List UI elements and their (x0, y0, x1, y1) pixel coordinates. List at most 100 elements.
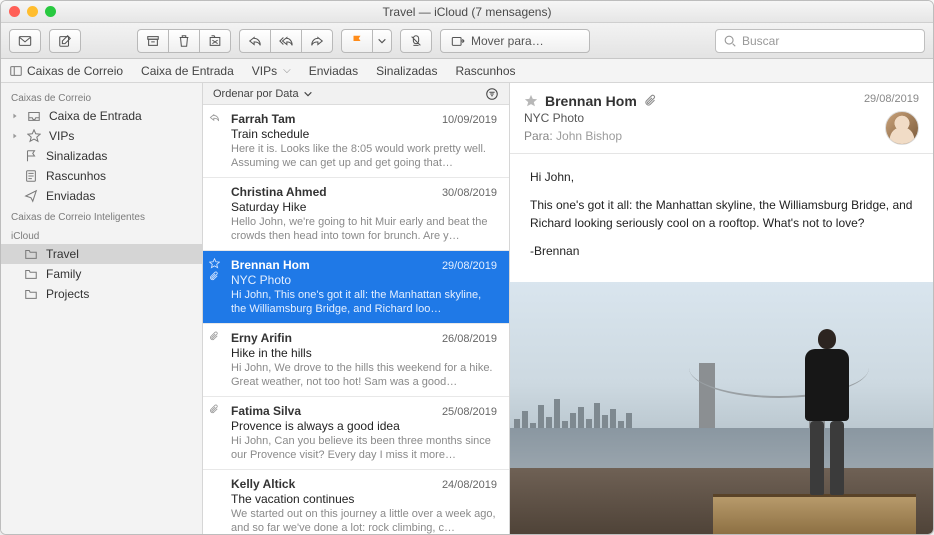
folder-icon (23, 287, 39, 301)
reader-from: Brennan Hom (545, 93, 637, 109)
fav-item-3[interactable]: Enviadas (309, 64, 358, 78)
mute-button[interactable] (400, 29, 432, 53)
sidebar-item-enviadas[interactable]: Enviadas (1, 186, 202, 206)
reply-all-button[interactable] (270, 29, 301, 53)
flag-icon (350, 34, 364, 48)
sidebar-icon (9, 64, 23, 78)
reader-to: Para: John Bishop (524, 129, 854, 143)
message-row[interactable]: Fatima Silva25/08/2019Provence is always… (203, 397, 509, 470)
chevron-down-icon: ⌵ (283, 65, 291, 76)
junk-icon (208, 34, 222, 48)
sidebar-item-family[interactable]: Family (1, 264, 202, 284)
message-sender: Brennan Hom (231, 258, 310, 272)
message-preview: Hello John, we're going to hit Muir earl… (231, 215, 497, 243)
sidebar-item-sinalizadas[interactable]: Sinalizadas (1, 146, 202, 166)
draft-icon (23, 169, 39, 183)
attachment-icon (644, 94, 658, 108)
message-row[interactable]: Kelly Altick24/08/2019The vacation conti… (203, 470, 509, 534)
message-preview: Hi John, We drove to the hills this week… (231, 361, 497, 389)
search-icon (723, 34, 737, 48)
fav-item-5[interactable]: Rascunhos (455, 64, 515, 78)
window-controls (9, 6, 56, 17)
compose-icon (58, 34, 72, 48)
replied-icon (209, 112, 220, 123)
forward-button[interactable] (301, 29, 333, 53)
body-signoff: -Brennan (530, 242, 913, 260)
move-to-button[interactable]: Mover para… (440, 29, 590, 53)
sidebar-header: iCloud (1, 225, 202, 244)
sidebar-item-label: Family (46, 267, 81, 281)
mail-icon (18, 34, 32, 48)
message-sender: Erny Arifin (231, 331, 292, 345)
junk-button[interactable] (199, 29, 231, 53)
message-row[interactable]: Erny Arifin26/08/2019Hike in the hillsHi… (203, 324, 509, 397)
message-date: 25/08/2019 (442, 406, 497, 418)
get-mail-button[interactable] (9, 29, 41, 53)
sidebar-item-projects[interactable]: Projects (1, 284, 202, 304)
chevron-down-icon (303, 89, 313, 99)
message-reader: Brennan Hom NYC Photo Para: John Bishop … (510, 83, 933, 534)
message-row[interactable]: Christina Ahmed30/08/2019Saturday HikeHe… (203, 178, 509, 251)
sidebar-item-vips[interactable]: VIPs (1, 126, 202, 146)
reply-button[interactable] (239, 29, 270, 53)
message-preview: Hi John, This one's got it all: the Manh… (231, 288, 497, 316)
message-row[interactable]: Brennan Hom 29/08/2019NYC PhotoHi John, T… (203, 251, 509, 324)
close-window-button[interactable] (9, 6, 20, 17)
fav-item-2[interactable]: VIPs⌵ (252, 64, 291, 78)
search-field[interactable]: Buscar (715, 29, 925, 53)
attachment-icon (209, 271, 220, 282)
sidebar-item-label: Travel (46, 247, 79, 261)
message-indicators (209, 258, 220, 282)
archive-button[interactable] (137, 29, 168, 53)
star-icon (26, 129, 42, 143)
folder-icon (23, 247, 39, 261)
move-to-label: Mover para… (471, 34, 544, 48)
forward-icon (310, 34, 324, 48)
message-row[interactable]: Farrah Tam10/09/2019Train scheduleHere i… (203, 105, 509, 178)
sidebar-item-travel[interactable]: Travel (1, 244, 202, 264)
zoom-window-button[interactable] (45, 6, 56, 17)
message-date: 29/08/2019 (442, 260, 497, 272)
flag-button[interactable] (341, 29, 372, 53)
reply-icon (248, 34, 262, 48)
compose-button[interactable] (49, 29, 81, 53)
sidebar-item-label: Caixa de Entrada (49, 109, 142, 123)
minimize-window-button[interactable] (27, 6, 38, 17)
message-list: Ordenar por Data Farrah Tam10/09/2019Tra… (203, 83, 510, 534)
favorites-bar: Caixas de Correio Caixa de Entrada VIPs⌵ En… (1, 59, 933, 83)
filter-icon[interactable] (485, 87, 499, 101)
sort-header[interactable]: Ordenar por Data (203, 83, 509, 105)
message-subject: The vacation continues (231, 492, 497, 506)
titlebar: Travel — iCloud (7 mensagens) (1, 1, 933, 23)
trash-button[interactable] (168, 29, 199, 53)
message-date: 24/08/2019 (442, 479, 497, 491)
fav-item-4[interactable]: Sinalizadas (376, 64, 437, 78)
sidebar-item-label: Enviadas (46, 189, 95, 203)
message-date: 26/08/2019 (442, 333, 497, 345)
attachment-icon (209, 404, 220, 415)
reply-group (239, 29, 333, 53)
message-indicators (209, 331, 220, 342)
message-preview: Here it is. Looks like the 8:05 would wo… (231, 142, 497, 170)
fav-item-0[interactable]: Caixas de Correio (9, 64, 123, 78)
disclosure-triangle-icon[interactable] (11, 132, 19, 140)
reply-all-icon (279, 34, 293, 48)
disclosure-triangle-icon[interactable] (11, 112, 19, 120)
sender-avatar[interactable] (885, 111, 919, 145)
star-icon[interactable] (524, 94, 538, 108)
sidebar-item-caixa-de-entrada[interactable]: Caixa de Entrada (1, 106, 202, 126)
move-icon (451, 34, 465, 48)
fav-item-1[interactable]: Caixa de Entrada (141, 64, 234, 78)
search-placeholder: Buscar (742, 34, 779, 48)
message-preview: We started out on this journey a little … (231, 507, 497, 534)
flag-menu-button[interactable] (372, 29, 392, 53)
attachment-photo[interactable] (510, 282, 933, 534)
reader-subject: NYC Photo (524, 111, 854, 125)
sidebar-item-rascunhos[interactable]: Rascunhos (1, 166, 202, 186)
message-subject: NYC Photo (231, 273, 497, 287)
message-scroll[interactable]: Farrah Tam10/09/2019Train scheduleHere i… (203, 105, 509, 534)
sidebar-item-label: VIPs (49, 129, 74, 143)
trash-icon (177, 34, 191, 48)
content-area: Caixas de CorreioCaixa de EntradaVIPsSin… (1, 83, 933, 534)
star-icon (209, 258, 220, 269)
